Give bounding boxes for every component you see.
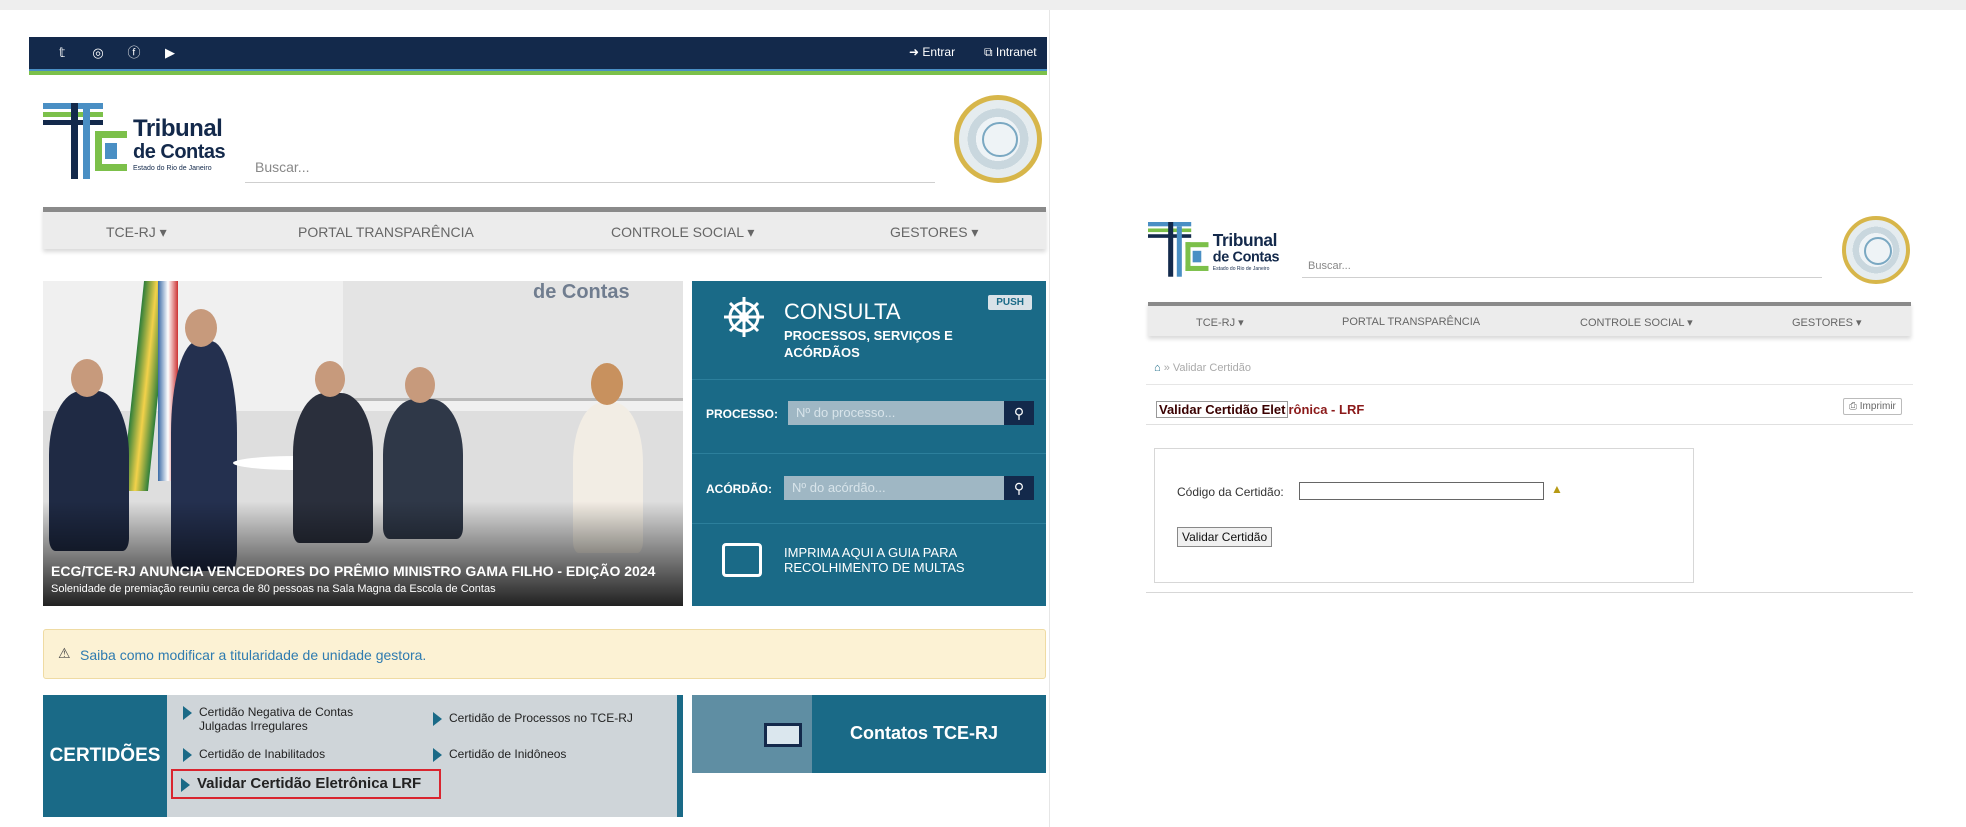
print-guide-link[interactable]: IMPRIMA AQUI A GUIA PARA RECOLHIMENTO DE… <box>784 545 1004 575</box>
logo-title: Tribunal <box>133 115 223 142</box>
alert-banner: ⚠ Saiba como modificar a titularidade de… <box>43 629 1046 679</box>
printer-icon[interactable] <box>722 543 762 577</box>
page-title-boxed: Validar Certidão Elet <box>1156 401 1289 418</box>
warning-icon: ⚠ <box>58 645 71 661</box>
nav-tce-rj[interactable]: TCE-RJ ▾ <box>106 224 167 241</box>
validation-form: Código da Certidão: ▲ Validar Certidão <box>1154 448 1694 583</box>
validar-certidao-lrf-link[interactable]: Validar Certidão Eletrônica LRF <box>171 769 441 799</box>
envelope-icon <box>764 723 802 747</box>
facebook-icon[interactable]: ⓕ <box>125 44 143 62</box>
panel-divider <box>1049 10 1050 827</box>
logo-caption: Estado do Rio de Janeiro <box>1212 266 1270 272</box>
code-input[interactable] <box>1299 482 1544 500</box>
tce-logo-small[interactable]: Tribunal de Contas Estado do Rio de Jane… <box>1148 222 1285 283</box>
nav-controle-social[interactable]: CONTROLE SOCIAL ▾ <box>611 224 754 241</box>
search-placeholder: Buscar... <box>255 159 310 175</box>
nav-gestores[interactable]: GESTORES ▾ <box>1792 316 1862 329</box>
breadcrumb-current: Validar Certidão <box>1172 362 1251 374</box>
breadcrumb: ⌂ » Validar Certidão <box>1154 362 1251 374</box>
acordao-search-button[interactable]: ⚲ <box>1004 476 1034 500</box>
certidoes-label: CERTIDÕES <box>43 695 167 817</box>
anniversary-seal-icon <box>954 95 1042 183</box>
warning-icon: ▲ <box>1551 482 1563 496</box>
social-bar: 𝕥 ◎ ⓕ ▶ ➜ Entrar ⧉ Intranet <box>29 37 1047 69</box>
page-title-rest: rônica - LRF <box>1288 402 1365 417</box>
certidao-negativa-link[interactable]: Certidão Negativa de Contas Julgadas Irr… <box>183 705 393 733</box>
contatos-label: Contatos TCE-RJ <box>850 723 998 743</box>
certidao-processos-link[interactable]: Certidão de Processos no TCE-RJ <box>433 711 673 726</box>
main-nav-small: TCE-RJ ▾ PORTAL TRANSPARÊNCIA CONTROLE S… <box>1148 302 1911 336</box>
top-strip <box>0 0 1966 10</box>
tce-logo[interactable]: Tribunal de Contas Estado do Rio de Jane… <box>43 103 233 188</box>
hero-subline: Solenidade de premiação reuniu cerca de … <box>51 583 496 595</box>
logo-title: Tribunal <box>1212 230 1278 251</box>
search-placeholder: Buscar... <box>1308 260 1351 272</box>
intranet-link[interactable]: ⧉ Intranet <box>984 45 1037 60</box>
title-separator <box>1146 424 1913 425</box>
anniversary-seal-icon <box>1842 216 1910 284</box>
nav-portal-transparencia[interactable]: PORTAL TRANSPARÊNCIA <box>1342 316 1480 328</box>
logo-subtitle: de Contas <box>1212 249 1280 266</box>
home-icon[interactable]: ⌂ <box>1154 362 1161 374</box>
processo-input[interactable]: Nº do processo... <box>788 401 1004 425</box>
nav-controle-social[interactable]: CONTROLE SOCIAL ▾ <box>1580 316 1693 329</box>
alert-link[interactable]: Saiba como modificar a titularidade de u… <box>80 647 426 663</box>
processo-label: PROCESSO: <box>706 407 779 421</box>
entrar-link[interactable]: ➜ Entrar <box>909 45 955 59</box>
main-nav: TCE-RJ ▾ PORTAL TRANSPARÊNCIA CONTROLE S… <box>43 207 1046 249</box>
ship-wheel-icon <box>724 297 764 337</box>
page-title: Validar Certidão Elet rônica - LRF <box>1156 401 1365 418</box>
youtube-icon[interactable]: ▶ <box>161 44 179 62</box>
nav-gestores[interactable]: GESTORES ▾ <box>890 224 978 241</box>
certidoes-panel: CERTIDÕES Certidão Negativa de Contas Ju… <box>43 695 683 817</box>
logo-caption: Estado do Rio de Janeiro <box>133 165 212 172</box>
certidao-inidoneos-link[interactable]: Certidão de Inidôneos <box>433 747 673 762</box>
acordao-input[interactable]: Nº do acórdão... <box>784 476 1004 500</box>
validation-page-screenshot: Tribunal de Contas Estado do Rio de Jane… <box>1146 212 1913 597</box>
print-button-label: Imprimir <box>1859 401 1896 412</box>
consulta-title: CONSULTA <box>784 299 901 324</box>
twitter-icon[interactable]: 𝕥 <box>53 44 71 62</box>
home-page-screenshot: 𝕥 ◎ ⓕ ▶ ➜ Entrar ⧉ Intranet Tribunal de … <box>29 37 1047 827</box>
print-button[interactable]: ⎙ Imprimir <box>1843 398 1902 415</box>
intranet-label: Intranet <box>995 45 1037 59</box>
entrar-label: Entrar <box>922 45 956 59</box>
consulta-subtitle: PROCESSOS, SERVIÇOS E ACÓRDÃOS <box>784 328 953 360</box>
page-bottom-line <box>1146 592 1913 593</box>
hero-brand-text: de Contas <box>533 281 630 303</box>
certidao-inabilitados-link[interactable]: Certidão de Inabilitados <box>183 747 393 762</box>
code-label: Código da Certidão: <box>1177 485 1284 499</box>
nav-portal-transparencia[interactable]: PORTAL TRANSPARÊNCIA <box>298 224 474 240</box>
accent-line <box>29 69 1047 75</box>
nav-tce-rj[interactable]: TCE-RJ ▾ <box>1196 316 1244 329</box>
processo-search-button[interactable]: ⚲ <box>1004 401 1034 425</box>
hero-headline[interactable]: ECG/TCE-RJ ANUNCIA VENCEDORES DO PRÊMIO … <box>51 563 655 579</box>
acordao-label: ACÓRDÃO: <box>706 482 772 496</box>
consulta-panel: CONSULTA PROCESSOS, SERVIÇOS E ACÓRDÃOS … <box>692 281 1046 606</box>
news-carousel[interactable]: de Contas ECG/TCE-RJ ANUNCIA VENCEDORES … <box>43 281 683 606</box>
validate-button[interactable]: Validar Certidão <box>1177 527 1273 547</box>
contatos-banner[interactable]: Contatos TCE-RJ <box>692 695 1046 773</box>
instagram-icon[interactable]: ◎ <box>89 44 107 62</box>
logo-subtitle: de Contas <box>133 141 226 163</box>
push-badge[interactable]: PUSH <box>988 295 1032 310</box>
search-input-small[interactable]: Buscar... <box>1302 256 1822 278</box>
search-input[interactable]: Buscar... <box>245 155 935 183</box>
